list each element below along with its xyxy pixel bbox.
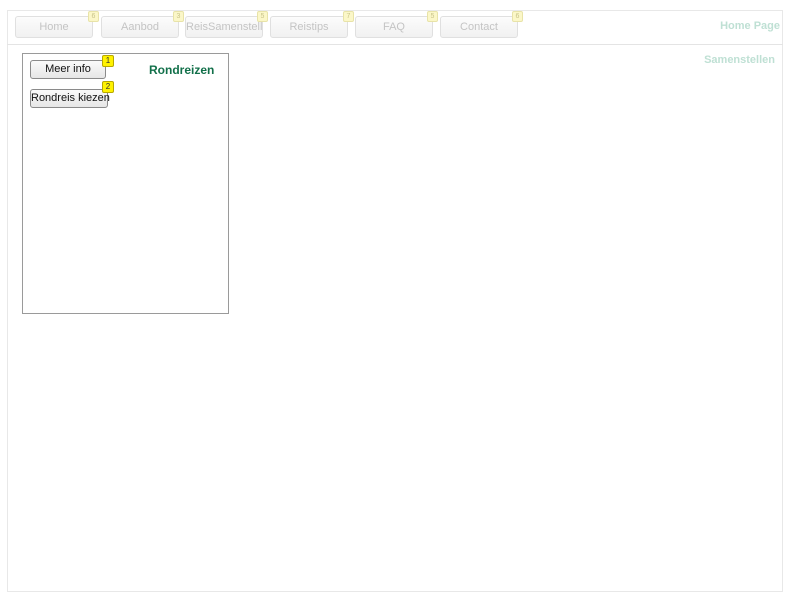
nav-aanbod-badge: 3 (173, 11, 184, 22)
nav-home-button[interactable]: Home (15, 16, 93, 38)
meer-info-badge: 1 (102, 55, 114, 67)
page-title: Home Page (720, 20, 780, 32)
nav-reistips-badge: 7 (343, 11, 354, 22)
nav-home-badge: 6 (88, 11, 99, 22)
rondreis-kiezen-badge: 2 (102, 81, 114, 93)
nav-contact-badge: 6 (512, 11, 523, 22)
nav-aanbod-button[interactable]: Aanbod (101, 16, 179, 38)
nav-faq-button[interactable]: FAQ (355, 16, 433, 38)
nav-faq-badge: 5 (427, 11, 438, 22)
panel-title: Rondreizen (149, 63, 215, 77)
rondreis-kiezen-button[interactable]: Rondreis kiezen (30, 89, 110, 108)
nav-reistips-button[interactable]: Reistips (270, 16, 348, 38)
nav-reissamenstellen-button[interactable]: ReisSamenstellen (185, 16, 263, 38)
meer-info-button[interactable]: Meer info (30, 60, 106, 79)
page-subtitle: Samenstellen (704, 54, 775, 66)
nav-reissamenstellen-badge: 5 (257, 11, 268, 22)
nav-contact-button[interactable]: Contact (440, 16, 518, 38)
